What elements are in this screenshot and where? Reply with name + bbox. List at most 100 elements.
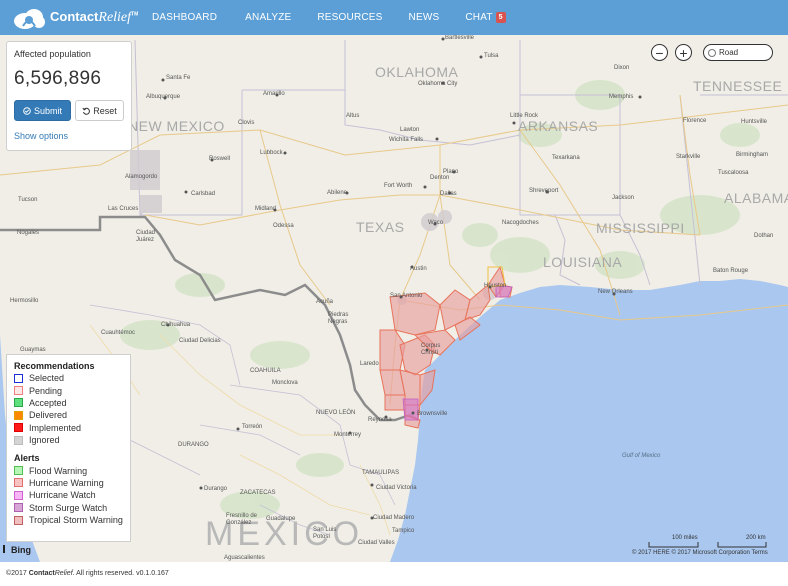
- legend-swatch: [14, 503, 23, 513]
- check-circle-icon: [23, 106, 31, 115]
- map-city: Birmingham: [736, 152, 769, 158]
- affected-population-value: 6,596,896: [14, 68, 102, 89]
- map-city: Bartlesville: [445, 35, 475, 41]
- map-city: Fort Worth: [384, 183, 413, 189]
- legend-alert-item: Hurricane Warning: [14, 477, 123, 489]
- map-city: Austin: [410, 266, 427, 272]
- map-city: Aguascalientes: [224, 555, 265, 561]
- map-city: Waco: [428, 220, 444, 226]
- map-style-icon: [708, 48, 716, 57]
- map-city: Fresnillo de González: [226, 513, 258, 526]
- map-city: Chihuahua: [161, 322, 191, 328]
- map-city: Little Rock: [510, 113, 539, 119]
- nav-resources[interactable]: RESOURCES: [317, 12, 382, 23]
- map-label-louisiana: LOUISIANA: [543, 254, 623, 270]
- map-city: Ciudad Delicias: [179, 338, 221, 344]
- map-city: NUEVO LEÓN: [316, 410, 356, 416]
- map-city: Monclova: [272, 380, 298, 386]
- footer: ©2017 ContactRelief. All rights reserved…: [6, 570, 169, 577]
- map-city: Alamogordo: [125, 174, 158, 180]
- brand-logo[interactable]: ContactReliefTM: [0, 6, 150, 30]
- legend-swatch: [14, 478, 23, 488]
- legend-swatch: [14, 466, 23, 476]
- map-city: Tampico: [392, 528, 415, 534]
- map-copyright[interactable]: © 2017 HERE © 2017 Microsoft Corporation…: [632, 550, 768, 556]
- map-city: Monterrey: [334, 432, 362, 438]
- map-city: Las Cruces: [108, 206, 139, 212]
- map-city: Abilene: [327, 190, 348, 196]
- legend-swatch: [14, 410, 23, 420]
- map-label-alabama: ALABAMA: [724, 190, 788, 206]
- map-city: Nacogdoches: [502, 220, 539, 226]
- legend-alert-item: Storm Surge Watch: [14, 502, 123, 514]
- map-city: Florence: [683, 118, 707, 124]
- map-city: Dallas: [440, 191, 457, 197]
- map-city: Denton: [430, 175, 450, 181]
- show-options-link[interactable]: Show options: [14, 131, 124, 141]
- map-label-new-mexico: NEW MEXICO: [128, 118, 225, 134]
- bing-logo-icon: [3, 545, 9, 553]
- map-city: Texarkana: [552, 155, 580, 161]
- map-city: Acuña: [316, 299, 334, 305]
- map-city: Ciudad Juárez: [136, 230, 156, 243]
- nav-news[interactable]: NEWS: [409, 12, 440, 23]
- map-city: Lawton: [400, 127, 420, 133]
- legend-alert-item: Tropical Storm Warning: [14, 514, 123, 526]
- legend-item: Ignored: [14, 434, 123, 446]
- map-city: Tuscaloosa: [718, 170, 749, 176]
- map-city: Starkville: [676, 154, 701, 160]
- affected-population-panel: Affected population 6,596,896 Submit Res…: [6, 41, 132, 151]
- map-city: Piedras Negras: [328, 312, 349, 325]
- cloud-logo-icon: [12, 6, 50, 30]
- map-city: Midland: [255, 206, 277, 212]
- legend-swatch: [14, 435, 23, 445]
- map-city: San Antonio: [390, 293, 423, 299]
- legend-swatch: [14, 490, 23, 500]
- map-city: Huntsville: [741, 119, 768, 125]
- legend-item: Accepted: [14, 397, 123, 409]
- map-city: Durango: [204, 486, 228, 492]
- legend-recommendations-title: Recommendations: [14, 361, 95, 371]
- map-label-tennessee: TENNESSEE: [693, 78, 783, 94]
- map-city: Memphis: [609, 94, 634, 100]
- map-city: Carlsbad: [191, 191, 216, 197]
- affected-population-label: Affected population: [14, 49, 91, 59]
- map-city: DURANGO: [178, 442, 209, 448]
- map-legend: Recommendations Selected Pending Accepte…: [6, 354, 131, 542]
- map-city: Reynosa: [368, 417, 392, 423]
- legend-swatch: [14, 515, 23, 525]
- submit-button[interactable]: Submit: [14, 100, 71, 121]
- map-city: TAMAULIPAS: [362, 470, 400, 476]
- nav-chat[interactable]: CHAT 5: [465, 12, 506, 23]
- map-city: Oklahoma City: [418, 81, 458, 87]
- map-city: Shreveport: [529, 188, 559, 194]
- legend-item: Delivered: [14, 409, 123, 421]
- map-city: Nogales: [17, 230, 40, 236]
- map-style-select[interactable]: Road: [703, 44, 773, 61]
- legend-item: Selected: [14, 372, 123, 384]
- map-city: Baton Rouge: [713, 268, 749, 274]
- map-city: Guadalupe: [266, 516, 296, 522]
- map-label-gulf: Gulf of Mexico: [622, 453, 661, 459]
- map-city: COAHUILA: [250, 368, 281, 374]
- zoom-in-button[interactable]: +: [675, 44, 692, 61]
- map-label-arkansas: ARKANSAS: [518, 118, 599, 134]
- map-city: Amarillo: [263, 91, 285, 97]
- nav-analyze[interactable]: ANALYZE: [245, 12, 291, 23]
- nav-dashboard[interactable]: DASHBOARD: [152, 12, 217, 23]
- legend-item: Implemented: [14, 422, 123, 434]
- map-city: Ciudad Valles: [358, 540, 395, 546]
- zoom-out-button[interactable]: −: [651, 44, 668, 61]
- reset-button[interactable]: Reset: [74, 100, 124, 121]
- nav-menu: DASHBOARD ANALYZE RESOURCES NEWS CHAT 5: [152, 0, 534, 35]
- map-label-oklahoma: OKLAHOMA: [375, 64, 459, 80]
- map-city: Wichita Falls: [389, 137, 424, 143]
- map-label-texas: TEXAS: [356, 219, 405, 235]
- legend-item: Pending: [14, 384, 123, 396]
- map-city: Cuauhtémoc: [101, 330, 136, 336]
- map-city: Dixon: [614, 65, 630, 71]
- map-city: Tulsa: [484, 53, 499, 59]
- top-navbar: ContactReliefTM DASHBOARD ANALYZE RESOUR…: [0, 0, 788, 35]
- map-city: Corpus Christi: [421, 343, 441, 356]
- scale-bar-icon: [648, 542, 767, 548]
